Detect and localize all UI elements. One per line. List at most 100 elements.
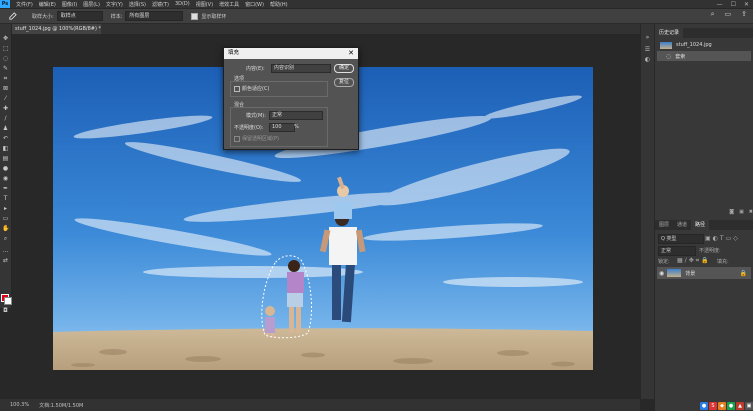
eyedropper-tool-preset-icon[interactable] (8, 11, 24, 21)
menu-window[interactable]: 窗口(W) (245, 1, 264, 8)
tray-app-icon[interactable]: ◆ (718, 401, 726, 410)
lock-icon: 🔒 (739, 269, 747, 277)
menu-edit[interactable]: 编辑(E) (39, 1, 56, 8)
tray-app-icon[interactable]: ▣ (745, 401, 753, 410)
background-color-swatch[interactable] (4, 297, 12, 305)
eye-icon[interactable]: ◉ (659, 270, 664, 277)
close-window-button[interactable]: ✕ (744, 1, 749, 8)
history-panel-footer: ◙ ▣ ✖ (655, 209, 753, 215)
mode-select[interactable]: 正常 (269, 111, 323, 120)
status-bar: 100.3% 文档:1.50M/1.50M (0, 399, 640, 411)
dialog-titlebar[interactable]: 填充 ✕ (224, 48, 358, 59)
reset-button[interactable]: 复位 (334, 78, 354, 87)
sample-select[interactable]: 所有图层 (125, 11, 184, 21)
menu-layer[interactable]: 图层(L) (83, 1, 100, 8)
quick-mask-icon[interactable]: ◘ (2, 307, 9, 314)
lasso-tool-icon[interactable]: ◌ (2, 55, 9, 62)
quick-select-tool-icon[interactable]: ✎ (2, 65, 9, 72)
healing-brush-tool-icon[interactable]: ✚ (2, 105, 9, 112)
preserve-transparency-checkbox[interactable] (234, 136, 240, 142)
properties-panel-icon[interactable]: ☰ (644, 46, 651, 53)
maximize-button[interactable]: ☐ (731, 1, 736, 8)
show-ring-checkbox[interactable] (191, 12, 199, 20)
tray-app-icon[interactable]: ● (727, 401, 735, 410)
menu-file[interactable]: 文件(F) (16, 1, 33, 8)
document-tab[interactable]: stuff_1024.jpg @ 100%(RGB/8#) * (12, 24, 101, 34)
snapshot-thumbnail (660, 41, 672, 49)
search-icon[interactable]: ⌕ (711, 10, 715, 19)
adjustments-panel-icon[interactable]: ◐ (644, 56, 651, 63)
tray-app-icon[interactable]: ▲ (736, 401, 744, 410)
tab-paths[interactable]: 路径 (691, 220, 710, 230)
opacity-label: 不透明度: (699, 248, 721, 254)
blur-tool-icon[interactable]: ● (2, 165, 9, 172)
clone-stamp-tool-icon[interactable]: ♟ (2, 125, 9, 132)
tray-app-icon[interactable]: ● (700, 401, 708, 410)
gradient-tool-icon[interactable]: ▤ (2, 155, 9, 162)
camera-icon[interactable]: ▣ (739, 209, 744, 215)
tab-layers[interactable]: 图层 (655, 220, 673, 230)
menu-bar: Ps 文件(F) 编辑(E) 图像(I) 图层(L) 文字(Y) 选择(S) 滤… (0, 0, 753, 8)
menu-filter[interactable]: 滤镜(T) (152, 1, 169, 8)
sample-label: 样本: (110, 13, 123, 20)
tools-panel: ✥ ⬚ ◌ ✎ ⌗ ⊠ ⁄ ✚ ∕ ♟ ↶ ◧ ▤ ● ◉ ✒ T ▸ ▭ ✋ … (0, 24, 12, 314)
tab-channels[interactable]: 通道 (673, 220, 691, 230)
opacity-label: 不透明度(O): (234, 125, 264, 131)
show-ring-label: 显示取样环 (201, 13, 227, 20)
document-info[interactable]: 文档:1.50M/1.50M (39, 402, 83, 409)
blend-mode-select[interactable]: 正常 (658, 246, 696, 256)
color-adapt-label: 颜色适应(C) (242, 86, 270, 92)
menu-view[interactable]: 视图(V) (196, 1, 213, 8)
layer-filter-icons[interactable]: ▣◐T▭◇ (705, 235, 740, 242)
menu-plugins[interactable]: 增效工具 (219, 1, 239, 8)
history-snapshot-row[interactable]: stuff_1024.jpg (657, 40, 751, 50)
marquee-tool-icon[interactable]: ⬚ (2, 45, 9, 52)
workspace-icon[interactable]: ▭ (725, 10, 732, 19)
mode-label: 模式(M): (246, 113, 266, 119)
trash-icon[interactable]: ✖ (749, 209, 753, 215)
zoom-level[interactable]: 100.3% (10, 402, 29, 408)
menu-type[interactable]: 文字(Y) (106, 1, 123, 8)
sample-size-label: 取样大小: (32, 13, 54, 20)
eyedropper-tool-icon[interactable]: ⁄ (2, 95, 9, 102)
share-icon[interactable]: ⇪ (741, 10, 747, 19)
dodge-tool-icon[interactable]: ◉ (2, 175, 9, 182)
menu-select[interactable]: 选择(S) (129, 1, 146, 8)
menu-3d[interactable]: 3D(D) (175, 1, 190, 7)
tab-history[interactable]: 历史记录 (655, 28, 684, 38)
content-select[interactable]: 内容识别 (271, 64, 331, 73)
sample-size-select[interactable]: 取样点 (56, 11, 103, 21)
eraser-tool-icon[interactable]: ◧ (2, 145, 9, 152)
window-controls: — ☐ ✕ (717, 0, 749, 8)
history-brush-tool-icon[interactable]: ↶ (2, 135, 9, 142)
snapshot-icon[interactable]: ◙ (729, 209, 734, 215)
layer-kind-filter[interactable]: Q 类型 (658, 234, 704, 244)
fill-label: 填充: (717, 259, 729, 265)
move-tool-icon[interactable]: ✥ (2, 35, 9, 42)
type-tool-icon[interactable]: T (2, 195, 9, 202)
layer-row-background[interactable]: ◉ 背景 🔒 (657, 267, 751, 279)
more-tools-icon[interactable]: … (2, 247, 9, 254)
close-icon[interactable]: ✕ (348, 48, 354, 59)
lock-icons[interactable]: ▦∕✥⌗🔒 (677, 257, 711, 265)
menu-image[interactable]: 图像(I) (62, 1, 77, 8)
ok-button[interactable]: 确定 (334, 64, 354, 73)
rectangle-tool-icon[interactable]: ▭ (2, 215, 9, 222)
pen-tool-icon[interactable]: ✒ (2, 185, 9, 192)
crop-tool-icon[interactable]: ⌗ (2, 75, 9, 82)
hand-tool-icon[interactable]: ✋ (2, 225, 9, 232)
opacity-input[interactable]: 100 (269, 123, 295, 132)
menu-help[interactable]: 帮助(H) (270, 1, 288, 8)
frame-tool-icon[interactable]: ⊠ (2, 85, 9, 92)
path-select-tool-icon[interactable]: ▸ (2, 205, 9, 212)
edit-toolbar-icon[interactable]: ⇄ (2, 257, 9, 264)
fill-dialog: 填充 ✕ 内容(E): 内容识别 确定 复位 选项 颜色适应(C) 混合 模式(… (223, 47, 359, 150)
tray-app-icon[interactable]: S (709, 401, 717, 410)
collapse-icon[interactable]: » (644, 34, 651, 41)
minimize-button[interactable]: — (717, 1, 723, 8)
color-adapt-checkbox[interactable] (234, 86, 240, 92)
history-step-row[interactable]: ◌ 套索 (657, 51, 751, 61)
zoom-tool-icon[interactable]: ⌕ (2, 235, 9, 242)
content-label: 内容(E): (246, 66, 265, 72)
brush-tool-icon[interactable]: ∕ (2, 115, 9, 122)
